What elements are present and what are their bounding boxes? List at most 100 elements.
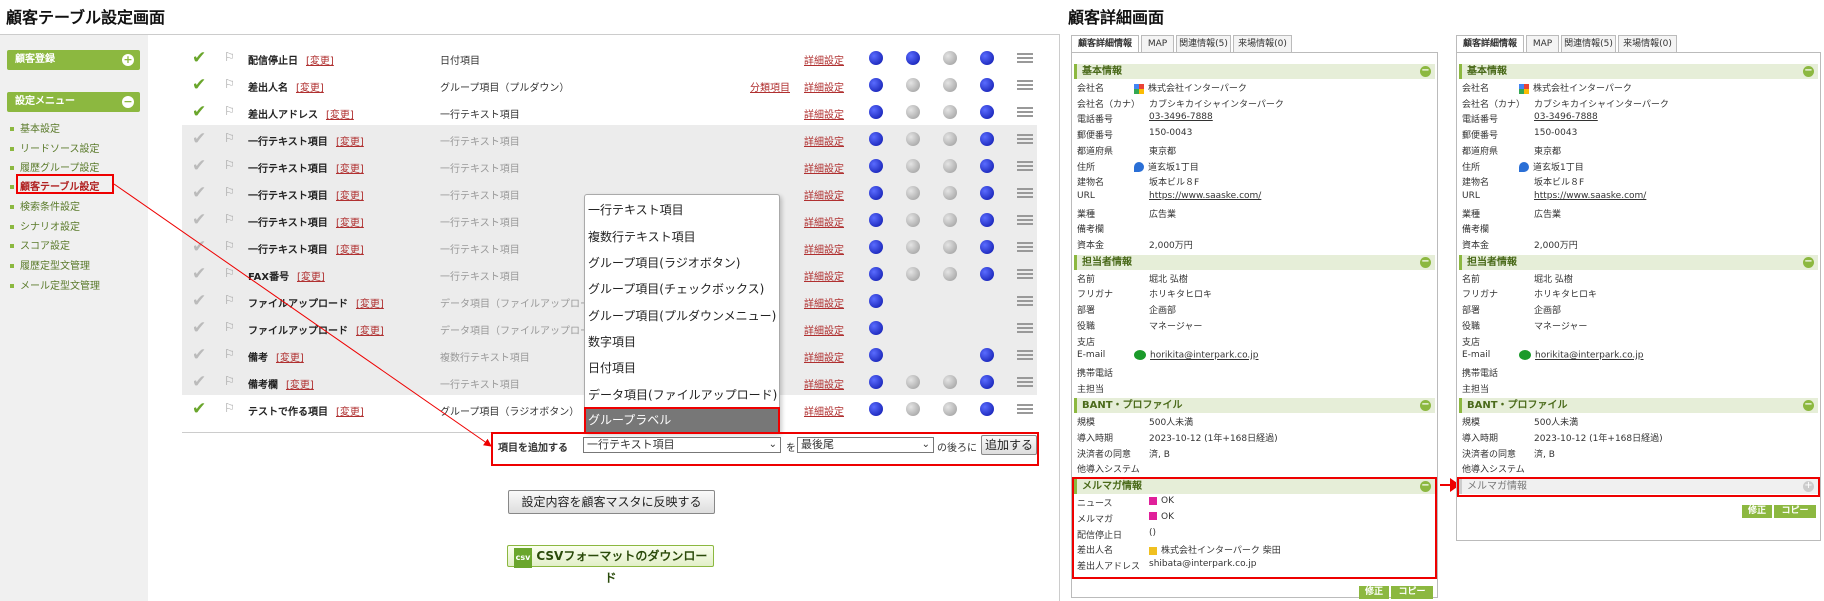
field-value: カブシキカイシャインターパーク [1534,99,1669,110]
field-value: 企画部 [1534,306,1562,317]
edit-button[interactable]: 修正 [1359,586,1389,599]
field-label: 部署 [1462,306,1481,317]
field-label: 資本金 [1462,241,1490,251]
field-label: 携帯電話 [1077,368,1114,379]
field-value: 500人未満 [1149,418,1194,429]
map-pin-icon [1519,162,1529,172]
field-label: 建物名 [1077,178,1105,189]
field-label: フリガナ [1077,290,1114,301]
field-label: 決済者の同意 [1077,449,1132,460]
map-pin-icon [1134,162,1144,172]
field-value[interactable]: 03-3496-7888 [1534,112,1598,122]
edit-button[interactable]: 修正 [1742,505,1772,518]
detail-panel-after: 顧客詳細情報 MAP 関連情報(5) 来場情報(0) 基本情報 − 会社名 株式会社インターパ… [1456,35,1821,601]
field-label: フリガナ [1462,290,1499,301]
field-value: 広告業 [1534,209,1562,220]
minus-icon[interactable]: − [1803,400,1814,412]
field-value[interactable]: horikita@interpark.co.jp [1519,350,1644,361]
field-label: URL [1462,190,1480,201]
field-value: 株式会社インターパーク [1134,81,1247,94]
field-value: マネージャー [1149,321,1203,332]
section-header[interactable]: BANT・プロファイル − [1459,398,1818,414]
field-value: 150-0043 [1534,128,1578,139]
field-label: 会社名 [1077,84,1105,94]
tab-detail[interactable]: 関連情報(5) [1561,35,1616,52]
section-title: 基本情報 [1467,66,1507,77]
field-label: 導入時期 [1077,434,1114,444]
tab-detail[interactable]: 顧客詳細情報 [1456,35,1524,52]
field-value: 済, B [1149,449,1170,460]
section-header[interactable]: 基本情報 − [1459,64,1818,79]
field-value: 堀北 弘樹 [1534,274,1573,285]
field-label: 他導入システム [1462,465,1525,476]
tab-detail[interactable]: 来場情報(0) [1233,35,1292,52]
field-label: 部署 [1077,306,1096,317]
field-label: E-mail [1077,350,1106,361]
section-header[interactable]: 担当者情報 − [1074,254,1435,270]
section-title: BANT・プロファイル [1082,400,1183,412]
field-label: 支店 [1077,337,1096,348]
copy-button[interactable]: コピー [1774,505,1816,518]
field-label: 役職 [1462,321,1481,332]
field-label: 支店 [1462,337,1481,348]
field-label: 業種 [1077,209,1096,220]
section-header[interactable]: 基本情報 − [1074,64,1435,79]
minus-icon[interactable]: − [1420,400,1431,412]
tab-detail[interactable]: MAP [1141,35,1174,52]
field-label: 名前 [1077,274,1096,285]
minus-icon[interactable]: − [1420,66,1431,77]
field-value: 坂本ビル８F [1149,178,1200,189]
minus-icon[interactable]: − [1803,256,1814,268]
field-label: 会社名 [1462,84,1490,94]
field-label: 住所 [1462,162,1481,173]
field-value: 2,000万円 [1534,241,1578,251]
minus-icon[interactable]: − [1803,66,1814,77]
field-label: 主担当 [1462,384,1490,395]
field-value[interactable]: https://www.saaske.com/ [1534,191,1646,201]
section-header[interactable]: BANT・プロファイル − [1074,398,1435,414]
tab-detail[interactable]: MAP [1526,35,1559,52]
minus-icon[interactable]: − [1420,256,1431,268]
field-value: 500人未満 [1534,418,1579,429]
field-label: 会社名（カナ） [1077,99,1141,110]
field-label: 業種 [1462,209,1481,220]
field-label: 電話番号 [1462,115,1499,126]
field-label: 郵便番号 [1077,131,1114,142]
field-label: 名前 [1462,274,1481,285]
section-title: 担当者情報 [1082,256,1132,268]
field-label: 役職 [1077,321,1096,332]
field-value[interactable]: 03-3496-7888 [1149,112,1213,122]
field-label: E-mail [1462,350,1491,361]
tab-detail[interactable]: 顧客詳細情報 [1071,35,1139,52]
field-value: 東京都 [1149,146,1177,157]
field-label: 住所 [1077,162,1096,173]
field-label: URL [1077,190,1095,201]
field-label: 決済者の同意 [1462,449,1517,460]
field-value: ホリキタヒロキ [1534,290,1598,301]
field-value[interactable]: https://www.saaske.com/ [1149,191,1261,201]
field-label: 建物名 [1462,178,1490,189]
tab-detail[interactable]: 関連情報(5) [1176,35,1231,52]
field-label: 備考欄 [1462,225,1490,236]
field-label: 他導入システム [1077,465,1140,476]
field-value[interactable]: horikita@interpark.co.jp [1134,350,1259,361]
section-title: 基本情報 [1082,66,1122,77]
field-value: 東京都 [1534,146,1562,157]
field-value: 堀北 弘樹 [1149,274,1188,285]
field-label: 会社名（カナ） [1462,99,1526,110]
section-title: 担当者情報 [1467,256,1517,268]
field-value: ホリキタヒロキ [1149,290,1213,301]
field-value: 道玄坂1丁目 [1134,160,1199,173]
copy-button[interactable]: コピー [1391,586,1433,599]
field-label: 都道府県 [1462,146,1499,157]
section-header[interactable]: 担当者情報 − [1459,254,1818,270]
field-value: 150-0043 [1149,128,1193,139]
field-label: 郵便番号 [1462,131,1499,142]
field-value: 2023-10-12 (1年+168日経過) [1149,434,1278,444]
tab-detail[interactable]: 来場情報(0) [1618,35,1677,52]
field-label: 備考欄 [1077,225,1105,236]
field-value: 企画部 [1149,306,1177,317]
field-label: 都道府県 [1077,146,1114,157]
field-label: 資本金 [1077,241,1105,251]
field-label: 規模 [1462,418,1481,429]
